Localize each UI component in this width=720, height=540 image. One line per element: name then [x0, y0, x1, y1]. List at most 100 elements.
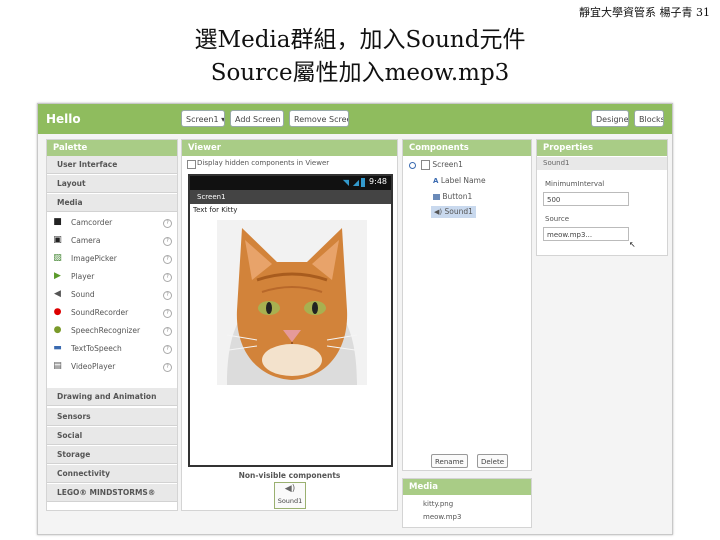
hidden-components-checkbox[interactable]	[187, 160, 196, 169]
category-layout[interactable]: Layout	[47, 175, 177, 193]
screen-select-button[interactable]: Screen1 ▾	[181, 110, 225, 127]
media-file-meow[interactable]: meow.mp3	[423, 513, 461, 521]
tree-item-sound1[interactable]: ◀) Sound1	[431, 206, 476, 218]
components-panel: Components Screen1 A Label Name Button1 …	[402, 139, 532, 471]
help-icon[interactable]: ?	[163, 345, 172, 354]
palette-header: Palette	[47, 140, 177, 156]
help-icon[interactable]: ?	[163, 291, 172, 300]
wifi-icon: ◥	[342, 178, 349, 187]
category-media[interactable]: Media	[47, 194, 177, 212]
category-storage[interactable]: Storage	[47, 446, 177, 464]
top-bar: Hello Screen1 ▾ Add Screen ... Remove Sc…	[38, 104, 672, 134]
palette-panel: Palette User Interface Layout Media ■ Ca…	[46, 139, 178, 511]
designer-button[interactable]: Designer	[591, 110, 629, 127]
category-lego-mindstorms[interactable]: LEGO® MINDSTORMS®	[47, 484, 177, 502]
tree-item-label: Button1	[442, 192, 473, 201]
palette-item-label: ImagePicker	[71, 254, 117, 263]
screen-icon	[421, 160, 430, 170]
video-player-icon: ▤	[53, 361, 62, 371]
remove-screen-button[interactable]: Remove Screen	[289, 110, 349, 127]
speech-recognizer-icon: ●	[53, 325, 62, 335]
category-social[interactable]: Social	[47, 427, 177, 445]
help-icon[interactable]: ?	[163, 363, 172, 372]
palette-item-label: Player	[71, 272, 95, 281]
palette-item-label: TextToSpeech	[71, 344, 122, 353]
cursor-icon: ↖	[629, 240, 636, 249]
palette-item-imagepicker[interactable]: ▨ ImagePicker ?	[47, 250, 177, 268]
text-to-speech-icon: ▬	[53, 343, 62, 353]
help-icon[interactable]: ?	[163, 327, 172, 336]
tree-item-label-name[interactable]: A Label Name	[433, 175, 486, 187]
media-panel: Media kitty.png meow.mp3	[402, 478, 532, 528]
screen-title-bar: Screen1	[190, 190, 391, 204]
nonvisible-sound1[interactable]: ◀) Sound1	[274, 482, 306, 509]
tree-item-button1[interactable]: Button1	[433, 191, 472, 203]
slide-credit: 靜宜大學資管系 楊子青 31	[579, 6, 710, 19]
palette-item-label: Sound	[71, 290, 95, 299]
help-icon[interactable]: ?	[163, 309, 172, 318]
palette-item-label: SpeechRecognizer	[71, 326, 141, 335]
palette-item-player[interactable]: ▶ Player ?	[47, 268, 177, 286]
tree-item-label: Sound1	[444, 207, 473, 216]
collapse-toggle-icon[interactable]	[409, 162, 416, 169]
delete-button[interactable]: Delete	[477, 454, 508, 468]
slide-title-line1: 選Media群組，加入Sound元件	[194, 27, 526, 53]
min-interval-label: MinimumInterval	[545, 180, 605, 188]
source-input[interactable]: meow.mp3...	[543, 227, 629, 241]
palette-item-camcorder[interactable]: ■ Camcorder ?	[47, 214, 177, 232]
status-time: 9:48	[369, 177, 387, 186]
palette-item-texttospeech[interactable]: ▬ TextToSpeech ?	[47, 340, 177, 358]
project-name: Hello	[46, 112, 81, 126]
image-picker-icon: ▨	[53, 253, 62, 263]
camcorder-icon: ■	[53, 217, 62, 227]
sound-icon: ◀)	[434, 208, 443, 216]
tree-item-screen1[interactable]: Screen1	[421, 159, 463, 171]
phone-status-bar: ◥ ◢ 9:48	[190, 176, 391, 190]
player-icon: ▶	[54, 271, 61, 281]
slide-title-line2: Source屬性加入meow.mp3	[210, 60, 510, 86]
source-label: Source	[545, 215, 570, 223]
blocks-button[interactable]: Blocks	[634, 110, 664, 127]
help-icon[interactable]: ?	[163, 237, 172, 246]
camera-icon: ▣	[53, 235, 62, 245]
sound-icon: ◀)	[284, 484, 296, 494]
label-component-icon: A	[433, 177, 439, 185]
kitty-image[interactable]	[217, 220, 367, 385]
hidden-components-label: Display hidden components in Viewer	[197, 159, 330, 167]
palette-item-soundrecorder[interactable]: ● SoundRecorder ?	[47, 304, 177, 322]
properties-header: Properties	[537, 140, 667, 156]
help-icon[interactable]: ?	[163, 255, 172, 264]
nonvisible-sound1-label: Sound1	[277, 497, 303, 505]
help-icon[interactable]: ?	[163, 219, 172, 228]
palette-item-label: VideoPlayer	[71, 362, 116, 371]
slide-title: 選Media群組，加入Sound元件 Source屬性加入meow.mp3	[0, 24, 720, 90]
viewer-header: Viewer	[182, 140, 397, 156]
palette-item-sound[interactable]: ◀ Sound ?	[47, 286, 177, 304]
category-drawing-animation[interactable]: Drawing and Animation	[47, 388, 177, 406]
palette-item-label: Camcorder	[71, 218, 113, 227]
viewer-panel: Viewer Display hidden components in View…	[181, 139, 398, 511]
palette-item-speechrecognizer[interactable]: ● SpeechRecognizer ?	[47, 322, 177, 340]
category-connectivity[interactable]: Connectivity	[47, 465, 177, 483]
battery-icon	[361, 178, 365, 187]
category-sensors[interactable]: Sensors	[47, 408, 177, 426]
rename-button[interactable]: Rename	[431, 454, 468, 468]
help-icon[interactable]: ?	[163, 273, 172, 282]
category-user-interface[interactable]: User Interface	[47, 156, 177, 174]
nonvisible-components-label: Non-visible components	[238, 471, 341, 480]
signal-icon: ◢	[352, 178, 359, 187]
palette-item-label: Camera	[71, 236, 101, 245]
components-header: Components	[403, 140, 531, 156]
properties-component-name: Sound1	[537, 157, 667, 170]
palette-item-camera[interactable]: ▣ Camera ?	[47, 232, 177, 250]
media-header: Media	[403, 479, 531, 495]
sound-icon: ◀	[54, 289, 61, 299]
add-screen-button[interactable]: Add Screen ...	[230, 110, 284, 127]
phone-preview: ◥ ◢ 9:48 Screen1 Text for Kitty	[188, 174, 393, 467]
min-interval-input[interactable]: 500	[543, 192, 629, 206]
label-text-for-kitty[interactable]: Text for Kitty	[193, 206, 237, 214]
app-inventor-designer: Hello Screen1 ▾ Add Screen ... Remove Sc…	[37, 103, 673, 535]
palette-item-videoplayer[interactable]: ▤ VideoPlayer ?	[47, 358, 177, 376]
tree-item-label: Screen1	[432, 160, 463, 169]
media-file-kitty[interactable]: kitty.png	[423, 500, 453, 508]
